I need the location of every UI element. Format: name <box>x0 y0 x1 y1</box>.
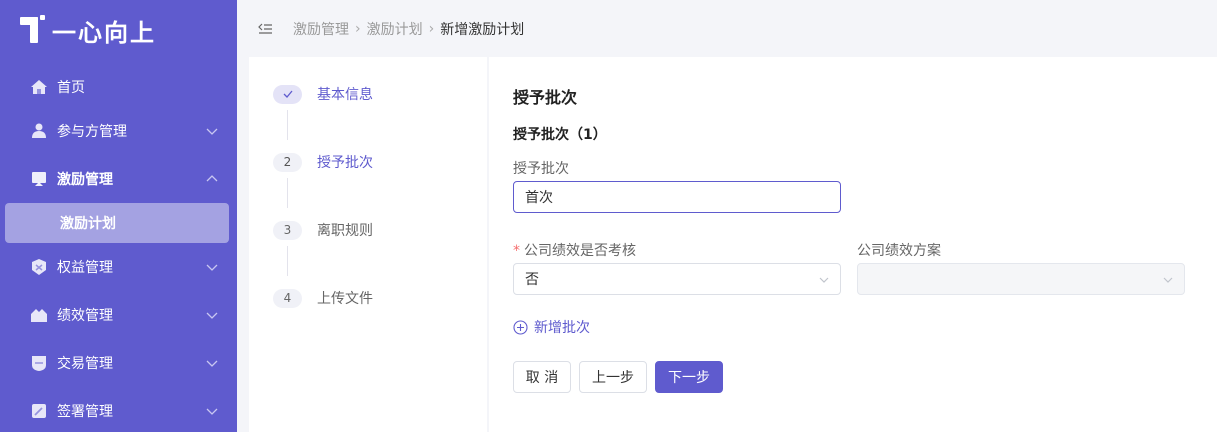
sign-icon <box>30 402 48 420</box>
chevron-down-icon <box>1162 274 1174 286</box>
add-batch-button[interactable]: 新增批次 <box>513 317 590 337</box>
participant-icon <box>30 122 48 140</box>
step-number: 2 <box>273 152 302 172</box>
collapse-sidebar-icon[interactable] <box>257 21 273 37</box>
sidebar: 一心向上 首页 参与方管理 激励管理 激励计划 权益管理 绩效管理 交易管理 签… <box>0 0 237 432</box>
step-connector <box>287 178 288 208</box>
add-batch-label: 新增批次 <box>534 320 590 336</box>
batch-input[interactable]: 首次 <box>513 181 841 213</box>
app-logo[interactable]: 一心向上 <box>20 14 156 47</box>
plan-field-label: 公司绩效方案 <box>857 243 941 259</box>
step-upload-files[interactable]: 4 上传文件 <box>273 288 373 308</box>
chevron-down-icon <box>205 124 219 138</box>
check-icon <box>273 84 302 104</box>
step-number: 3 <box>273 220 302 240</box>
step-connector <box>287 246 288 276</box>
steps-panel: 基本信息 2 授予批次 3 离职规则 4 上传文件 <box>249 57 487 432</box>
sidebar-item-label: 签署管理 <box>57 404 113 420</box>
sidebar-item-label: 交易管理 <box>57 356 113 372</box>
assess-select[interactable]: 否 <box>513 263 841 295</box>
sidebar-item-label: 权益管理 <box>57 260 113 276</box>
required-mark: * <box>513 243 520 259</box>
sidebar-item-trade[interactable]: 交易管理 <box>0 343 237 383</box>
sidebar-item-label: 激励管理 <box>57 172 113 188</box>
assess-field-label: * 公司绩效是否考核 <box>513 243 636 259</box>
logo-icon <box>20 15 45 45</box>
header: 激励管理 › 激励计划 › 新增激励计划 <box>237 0 1217 58</box>
sidebar-subitem-incentive-plan[interactable]: 激励计划 <box>5 203 229 243</box>
app-name: 一心向上 <box>52 18 156 47</box>
chevron-down-icon <box>205 260 219 274</box>
sidebar-item-performance[interactable]: 绩效管理 <box>0 295 237 335</box>
plus-circle-icon <box>513 319 528 335</box>
step-label: 离职规则 <box>317 223 373 239</box>
step-connector <box>287 110 288 140</box>
chevron-down-icon <box>818 274 830 286</box>
step-grant-batch[interactable]: 2 授予批次 <box>273 152 373 172</box>
step-number: 4 <box>273 288 302 308</box>
section-title: 授予批次 <box>513 88 578 107</box>
sidebar-item-home[interactable]: 首页 <box>0 67 237 107</box>
trade-icon <box>30 354 48 372</box>
sidebar-item-label: 参与方管理 <box>57 124 127 140</box>
breadcrumb-current: 新增激励计划 <box>440 22 525 38</box>
form-panel: 授予批次 授予批次（1） 授予批次 首次 * 公司绩效是否考核 否 公司绩效方案 … <box>489 57 1217 432</box>
breadcrumb-separator-icon: › <box>355 21 361 37</box>
chevron-down-icon <box>205 308 219 322</box>
sidebar-item-label: 绩效管理 <box>57 308 113 324</box>
step-label: 上传文件 <box>317 291 373 307</box>
equity-icon <box>30 258 48 276</box>
sidebar-item-label: 首页 <box>57 80 85 96</box>
chevron-down-icon <box>205 356 219 370</box>
step-label: 授予批次 <box>317 155 373 171</box>
sidebar-item-incentive[interactable]: 激励管理 <box>0 159 237 199</box>
chevron-up-icon <box>205 172 219 186</box>
breadcrumb-separator-icon: › <box>428 21 435 37</box>
sidebar-item-participants[interactable]: 参与方管理 <box>0 111 237 151</box>
batch-field-label: 授予批次 <box>513 161 569 177</box>
batch-title: 授予批次（1） <box>513 127 607 143</box>
performance-icon <box>30 306 48 324</box>
step-label: 基本信息 <box>317 87 373 103</box>
sidebar-item-sign[interactable]: 签署管理 <box>0 391 237 431</box>
chevron-down-icon <box>205 404 219 418</box>
home-icon <box>30 78 48 96</box>
sidebar-item-equity[interactable]: 权益管理 <box>0 247 237 287</box>
next-step-button[interactable]: 下一步 <box>655 361 723 393</box>
breadcrumb-item[interactable]: 激励管理 <box>293 19 349 39</box>
assess-select-value: 否 <box>525 272 539 288</box>
breadcrumb-item[interactable]: 激励计划 <box>367 19 423 39</box>
step-basic-info[interactable]: 基本信息 <box>273 84 373 104</box>
cancel-button[interactable]: 取 消 <box>513 361 571 393</box>
sidebar-subitem-label: 激励计划 <box>60 216 116 232</box>
batch-input-value: 首次 <box>525 190 553 206</box>
incentive-icon <box>30 170 48 188</box>
plan-select[interactable] <box>857 263 1185 295</box>
prev-step-button[interactable]: 上一步 <box>579 361 647 393</box>
step-leave-rules[interactable]: 3 离职规则 <box>273 220 373 240</box>
